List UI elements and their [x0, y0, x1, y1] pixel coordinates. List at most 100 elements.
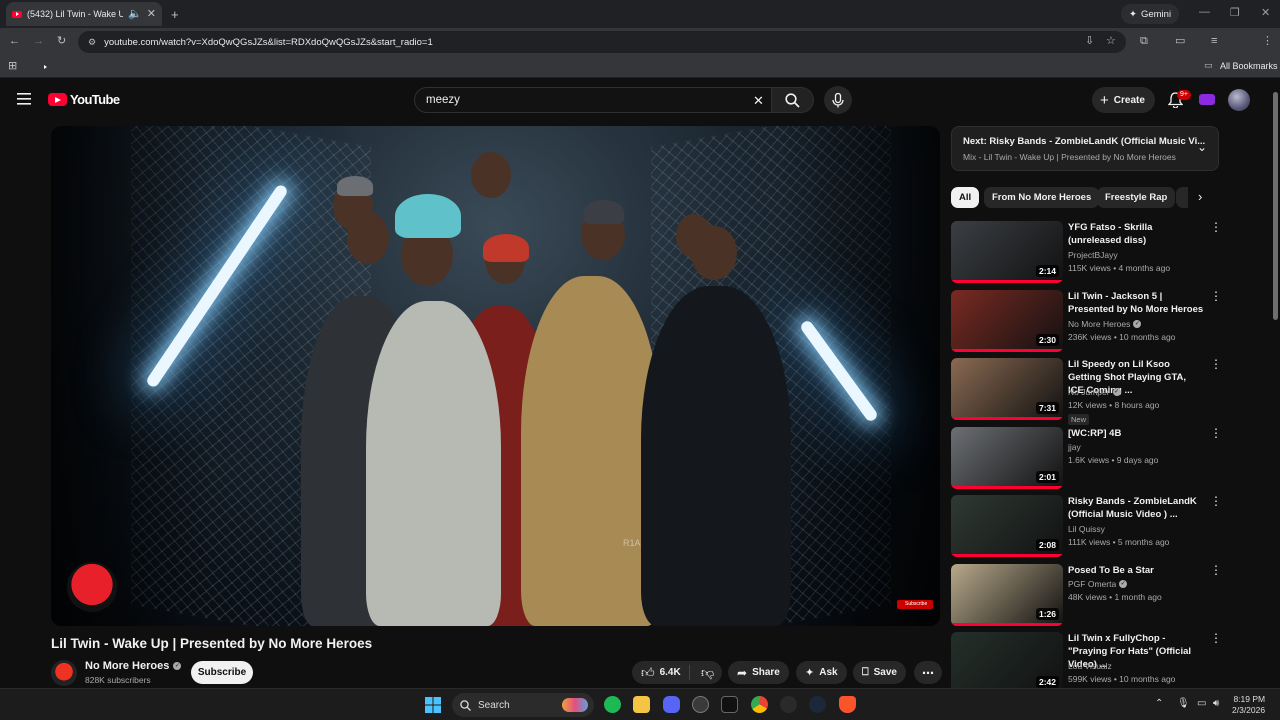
- video-player[interactable]: R1A Subscribe: [51, 126, 940, 626]
- more-options-icon[interactable]: ⋮: [1210, 495, 1222, 507]
- voice-search-button[interactable]: [824, 86, 852, 114]
- youtube-logo[interactable]: YouTube: [48, 92, 120, 107]
- chevron-down-icon[interactable]: ⌄: [1197, 140, 1207, 154]
- search-button[interactable]: [772, 87, 814, 113]
- video-thumbnail[interactable]: 1:26: [951, 563, 1063, 626]
- channel-watermark-logo[interactable]: [67, 562, 117, 612]
- cast-icon[interactable]: ▭: [1175, 36, 1185, 47]
- share-button[interactable]: ➦ Share: [728, 661, 789, 684]
- channel-avatar[interactable]: [51, 660, 77, 686]
- close-window-icon[interactable]: ✕: [1261, 6, 1270, 19]
- install-app-icon[interactable]: ⇩: [1085, 36, 1094, 47]
- chevron-up-icon[interactable]: ⌃: [1155, 698, 1163, 709]
- apps-grid-icon[interactable]: ⊞: [8, 61, 17, 72]
- media-control-icon[interactable]: ≡: [1211, 36, 1217, 47]
- create-button[interactable]: + Create: [1092, 87, 1155, 113]
- back-icon[interactable]: ←: [9, 36, 20, 47]
- hamburger-menu-icon[interactable]: [17, 93, 31, 105]
- premium-badge-icon[interactable]: [1199, 94, 1215, 105]
- dislike-button[interactable]: 👎︎: [695, 665, 714, 681]
- ask-button[interactable]: ✦ Ask: [796, 661, 847, 684]
- more-actions-button[interactable]: ⋯: [914, 661, 942, 684]
- account-avatar[interactable]: [1228, 89, 1250, 111]
- channel-name[interactable]: No More Heroes ✓: [85, 660, 182, 672]
- windows-start-icon[interactable]: [425, 697, 441, 713]
- recommendation-item[interactable]: 7:31 Lil Speedy on Lil Ksoo Getting Shot …: [951, 358, 1222, 425]
- taskbar-clock[interactable]: 8:19 PM 2/3/2026: [1232, 694, 1265, 716]
- page-scrollbar[interactable]: [1270, 80, 1280, 688]
- recommendation-title[interactable]: Risky Bands - ZombieLandK (Official Musi…: [1068, 495, 1204, 521]
- clear-search-icon[interactable]: ✕: [753, 93, 764, 109]
- recommendation-channel[interactable]: Lou Visualz: [1068, 661, 1112, 671]
- minimize-icon[interactable]: —: [1199, 6, 1210, 18]
- browser-tab[interactable]: (5432) Lil Twin - Wake Up | 🔈 ✕: [6, 2, 162, 26]
- maximize-icon[interactable]: ❐: [1230, 6, 1240, 19]
- file-explorer-icon[interactable]: [633, 696, 650, 713]
- brave-icon[interactable]: [839, 696, 856, 713]
- more-options-icon[interactable]: ⋮: [1210, 358, 1222, 370]
- bookmarks-bar: ⊞ ▭ All Bookmarks: [0, 56, 1280, 78]
- scrollbar-thumb[interactable]: [1273, 92, 1278, 320]
- speaker-icon[interactable]: 🔈: [128, 8, 142, 20]
- recommendation-channel[interactable]: No More Heroes ✓: [1068, 319, 1142, 329]
- more-options-icon[interactable]: ⋮: [1210, 221, 1222, 233]
- video-thumbnail[interactable]: 2:14: [951, 221, 1063, 283]
- close-tab-icon[interactable]: ✕: [147, 8, 156, 20]
- extensions-icon[interactable]: ⧉: [1140, 36, 1148, 47]
- forward-icon[interactable]: →: [33, 36, 44, 47]
- recommendation-title[interactable]: [WC:RP] 4B: [1068, 427, 1204, 440]
- video-thumbnail[interactable]: 7:31: [951, 358, 1063, 420]
- recommendation-item[interactable]: 1:26 Posed To Be a Star PGF Omerta ✓ 48K vie…: [951, 563, 1222, 630]
- network-icon[interactable]: ▭: [1197, 698, 1206, 709]
- recommendation-title[interactable]: YFG Fatso - Skrilla (unreleased diss): [1068, 221, 1204, 247]
- recommendation-channel[interactable]: PGF Omerta ✓: [1068, 579, 1128, 589]
- like-count: 6.4K: [659, 667, 681, 678]
- epic-games-icon[interactable]: [721, 696, 738, 713]
- recommendation-title[interactable]: Posed To Be a Star: [1068, 564, 1204, 577]
- subscribe-overlay-badge[interactable]: Subscribe: [897, 600, 933, 609]
- all-bookmarks-link[interactable]: All Bookmarks: [1220, 61, 1278, 71]
- recommendation-channel[interactable]: Lil Quissy: [1068, 524, 1105, 534]
- microphone-icon[interactable]: 🎙︎: [1177, 698, 1190, 709]
- more-options-icon[interactable]: ⋮: [1210, 290, 1222, 302]
- more-options-icon[interactable]: ⋮: [1210, 564, 1222, 576]
- browser-menu-icon[interactable]: ⋮: [1262, 36, 1273, 47]
- spotify-icon[interactable]: [604, 696, 621, 713]
- more-options-icon[interactable]: ⋮: [1210, 427, 1222, 439]
- recommendation-item[interactable]: 2:08 Risky Bands - ZombieLandK (Official …: [951, 495, 1222, 561]
- recommendation-item[interactable]: 2:01 [WC:RP] 4B jjay 1.6K views • 9 days ag…: [951, 426, 1222, 493]
- chip-from-no-more-heroes[interactable]: From No More Heroes: [984, 187, 1100, 208]
- video-thumbnail[interactable]: 2:30: [951, 289, 1063, 352]
- app-icon[interactable]: [780, 696, 797, 713]
- recommendation-channel[interactable]: ProjectBJayy: [1068, 250, 1118, 260]
- search-input[interactable]: meezy ✕: [414, 87, 772, 113]
- site-info-icon[interactable]: ⚙: [88, 37, 96, 48]
- video-thumbnail[interactable]: 2:42: [951, 632, 1063, 694]
- reload-icon[interactable]: ↻: [57, 36, 66, 47]
- new-tab-icon[interactable]: +: [171, 8, 179, 21]
- subscribe-button[interactable]: Subscribe: [191, 661, 253, 684]
- gemini-button[interactable]: ✦ Gemini: [1121, 4, 1180, 24]
- chip-freestyle-rap[interactable]: Freestyle Rap: [1097, 187, 1176, 208]
- url-field[interactable]: ⚙ youtube.com/watch?v=XdoQwQGsJZs&list=R…: [78, 31, 1126, 53]
- steam-icon[interactable]: [809, 696, 826, 713]
- video-thumbnail[interactable]: 2:01: [951, 426, 1063, 489]
- app-icon[interactable]: [692, 696, 709, 713]
- bookmark-star-icon[interactable]: ☆: [1106, 36, 1116, 47]
- volume-icon[interactable]: 🔊︎: [1213, 698, 1219, 709]
- chrome-icon[interactable]: [751, 696, 768, 713]
- save-button[interactable]: ⎕ Save: [853, 661, 906, 684]
- chip-all[interactable]: All: [951, 187, 980, 208]
- recommendation-channel[interactable]: jjay: [1068, 442, 1081, 452]
- more-options-icon[interactable]: ⋮: [1210, 632, 1222, 644]
- discord-icon[interactable]: [663, 696, 680, 713]
- chevron-right-icon[interactable]: ›: [1198, 189, 1202, 204]
- recommendation-item[interactable]: 2:14 YFG Fatso - Skrilla (unreleased diss…: [951, 221, 1222, 287]
- recommendation-item[interactable]: 2:30 Lil Twin - Jackson 5 | Presented by …: [951, 289, 1222, 356]
- recommendation-channel[interactable]: No Jumper ✓: [1068, 387, 1121, 397]
- video-thumbnail[interactable]: 2:08: [951, 495, 1063, 557]
- up-next-panel[interactable]: Next: Risky Bands - ZombieLandK (Officia…: [951, 126, 1219, 171]
- recommendation-title[interactable]: Lil Twin - Jackson 5 | Presented by No M…: [1068, 290, 1204, 316]
- like-button[interactable]: 👍︎ 6.4K: [632, 665, 690, 680]
- taskbar-search[interactable]: Search: [452, 693, 594, 717]
